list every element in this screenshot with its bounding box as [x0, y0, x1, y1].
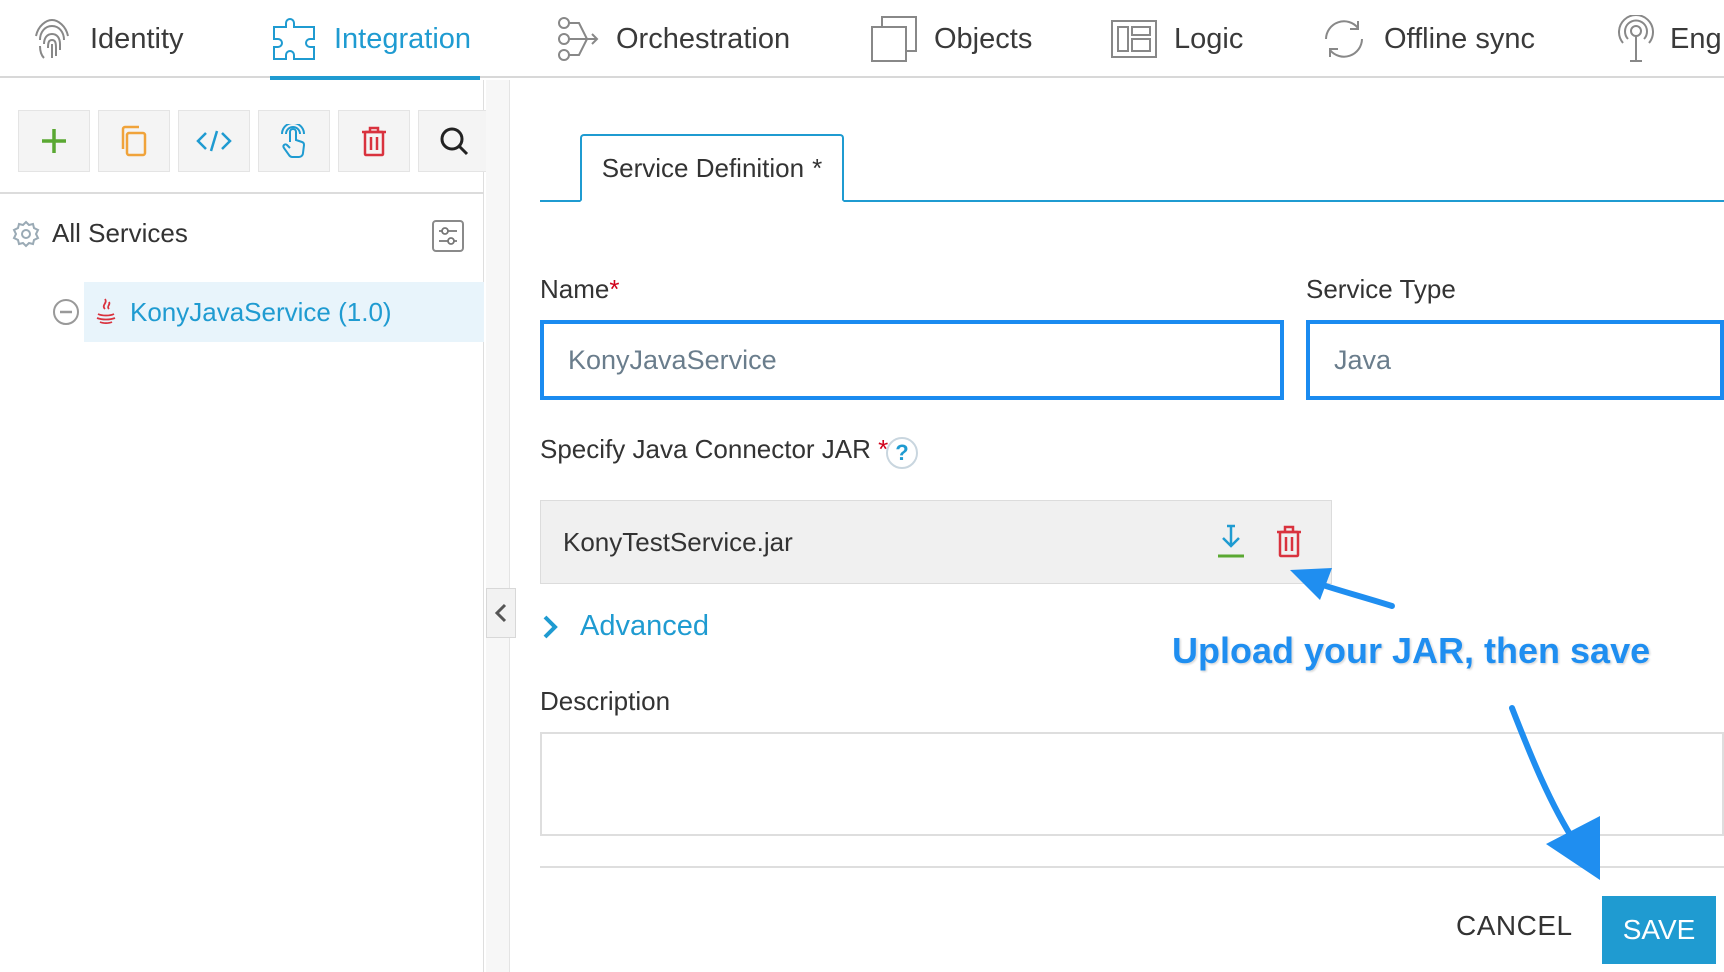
search-services-button[interactable] [418, 110, 490, 172]
service-type-label: Service Type [1306, 274, 1456, 304]
name-label: Name* [540, 274, 620, 304]
add-icon [42, 129, 66, 153]
touch-icon [281, 124, 305, 158]
description-textarea[interactable] [540, 732, 1724, 836]
sidebar-toolbar [18, 110, 490, 174]
toolbar-divider [0, 192, 484, 194]
service-item-konyjavaservice[interactable]: KonyJavaService (1.0) [84, 282, 484, 342]
service-item-label: KonyJavaService (1.0) [130, 296, 392, 327]
filter-icon [439, 227, 457, 245]
gear-icon [12, 220, 40, 247]
chevron-left-icon [494, 603, 507, 623]
nav-item-offline-sync[interactable]: Offline sync [1320, 0, 1535, 78]
code-icon [196, 130, 232, 152]
nav-item-logic[interactable]: Logic [1110, 0, 1243, 78]
fingerprint-icon [35, 18, 69, 59]
all-services-node[interactable]: All Services [12, 218, 188, 249]
objects-icon [871, 16, 917, 62]
nav-item-integration[interactable]: Integration [270, 0, 471, 78]
filter-settings-button[interactable] [432, 220, 464, 252]
engagement-icon [1618, 15, 1654, 62]
nav-label-logic: Logic [1174, 22, 1244, 55]
sync-icon [1325, 20, 1363, 58]
download-jar-button[interactable] [1216, 524, 1246, 565]
annotation-text: Upload your JAR, then save [1172, 630, 1651, 671]
delete-jar-button[interactable] [1274, 524, 1304, 563]
nav-label-objects: Objects [934, 22, 1033, 55]
nav-label-offline-sync: Offline sync [1384, 22, 1535, 55]
advanced-label: Advanced [580, 610, 709, 642]
nav-item-engagement[interactable]: Eng [1618, 0, 1722, 78]
puzzle-icon [273, 18, 315, 60]
chevron-right-icon [543, 615, 558, 638]
delete-icon [1277, 525, 1301, 558]
collapse-sidebar-button[interactable] [486, 588, 516, 638]
delete-icon [362, 126, 386, 157]
add-service-button[interactable] [18, 110, 90, 172]
tab-unsaved-marker: * [812, 152, 823, 183]
delete-service-button[interactable] [338, 110, 410, 172]
save-button[interactable]: SAVE [1602, 896, 1716, 964]
nav-label-integration: Integration [334, 22, 472, 55]
logic-icon [1111, 20, 1157, 58]
service-type-field[interactable]: Java [1306, 320, 1724, 400]
nav-label-engagement: Eng [1670, 22, 1722, 55]
jar-file-name: KonyTestService.jar [563, 526, 793, 557]
nav-item-orchestration[interactable]: Orchestration [556, 0, 790, 78]
nav-label-orchestration: Orchestration [616, 22, 791, 55]
name-input[interactable]: KonyJavaService [540, 320, 1284, 400]
jar-file-row: KonyTestService.jar [540, 500, 1332, 584]
code-button[interactable] [178, 110, 250, 172]
all-services-label: All Services [52, 218, 188, 248]
touch-button[interactable] [258, 110, 330, 172]
sidebar-gutter [486, 80, 510, 972]
help-icon[interactable]: ? [886, 437, 918, 469]
nav-item-identity[interactable]: Identity [30, 0, 184, 78]
tab-service-definition[interactable]: Service Definition * [580, 134, 844, 202]
search-icon [440, 127, 469, 156]
jar-label: Specify Java Connector JAR * [540, 434, 889, 464]
java-icon [96, 298, 116, 325]
description-label: Description [540, 686, 671, 716]
nav-item-objects[interactable]: Objects [870, 0, 1032, 78]
copy-service-button[interactable] [98, 110, 170, 172]
tab-label: Service Definition [601, 152, 805, 183]
footer-divider [540, 866, 1724, 868]
cancel-button[interactable]: CANCEL [1456, 910, 1573, 942]
download-icon [1218, 524, 1244, 558]
copy-icon [121, 125, 147, 157]
services-sidebar: All Services KonyJavaService (1.0) [0, 80, 490, 972]
advanced-toggle[interactable]: Advanced [542, 610, 709, 643]
nav-label-identity: Identity [90, 22, 184, 55]
orchestration-icon [558, 17, 599, 61]
collapse-node-icon[interactable] [52, 298, 80, 331]
required-marker: * [609, 274, 620, 304]
top-navigation: Identity Integration Orchestration Objec… [0, 0, 1724, 80]
